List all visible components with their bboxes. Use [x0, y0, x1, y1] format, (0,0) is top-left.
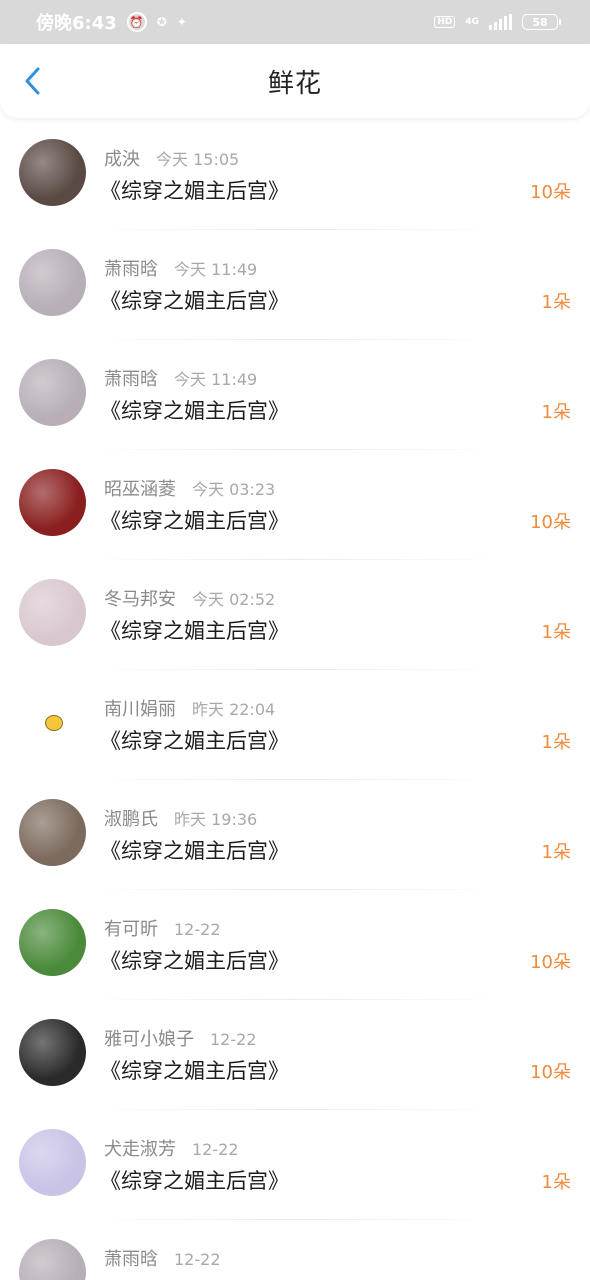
avatar[interactable]: [19, 249, 86, 316]
timestamp: 今天 03:23: [192, 480, 276, 499]
list-item[interactable]: 南川娟丽 昨天 22:04 《综穿之媚主后宫》 1朵: [0, 670, 590, 780]
avatar[interactable]: [19, 469, 86, 536]
flower-count: 1朵: [541, 842, 571, 863]
timestamp: 今天 11:49: [174, 260, 258, 279]
timestamp: 今天 15:05: [156, 150, 240, 169]
item-meta: 犬走淑芳 12-22: [104, 1135, 239, 1161]
user-name[interactable]: 有可昕: [104, 915, 158, 941]
timestamp: 12-22: [210, 1030, 257, 1049]
timestamp: 12-22: [192, 1140, 239, 1159]
timestamp: 12-22: [174, 1250, 221, 1269]
book-title: 《综穿之媚主后宫》: [100, 619, 289, 643]
avatar[interactable]: [19, 909, 86, 976]
list-item[interactable]: 冬马邦安 今天 02:52 《综穿之媚主后宫》 1朵: [0, 560, 590, 670]
flower-list: 成泱 今天 15:05 《综穿之媚主后宫》 10朵 萧雨晗 今天 11:49 《…: [0, 120, 590, 1280]
user-name[interactable]: 萧雨晗: [104, 365, 158, 391]
battery-level: 58: [532, 15, 548, 29]
flower-count: 1朵: [541, 292, 571, 313]
user-name[interactable]: 犬走淑芳: [104, 1135, 176, 1161]
avatar[interactable]: [19, 1239, 86, 1280]
item-meta: 萧雨晗 今天 11:49: [104, 255, 257, 281]
timestamp: 昨天 22:04: [192, 700, 276, 719]
list-item[interactable]: 成泱 今天 15:05 《综穿之媚主后宫》 10朵: [0, 120, 590, 230]
flower-count: 10朵: [530, 952, 571, 973]
list-item[interactable]: 有可昕 12-22 《综穿之媚主后宫》 10朵: [0, 890, 590, 1000]
status-right: HD 4G 58: [434, 14, 561, 30]
avatar[interactable]: [19, 1129, 86, 1196]
hd-icon: HD: [434, 16, 456, 28]
book-title: 《综穿之媚主后宫》: [100, 729, 289, 753]
flower-count: 1朵: [541, 732, 571, 753]
avatar[interactable]: [19, 139, 86, 206]
timestamp: 12-22: [174, 920, 221, 939]
avatar[interactable]: [19, 579, 86, 646]
page-title: 鲜花: [267, 68, 322, 99]
list-item[interactable]: 萧雨晗 今天 11:49 《综穿之媚主后宫》 1朵: [0, 230, 590, 340]
book-title: 《综穿之媚主后宫》: [100, 399, 289, 423]
item-meta: 冬马邦安 今天 02:52: [104, 585, 275, 611]
book-title: 《综穿之媚主后宫》: [100, 839, 289, 863]
back-button[interactable]: [18, 66, 48, 96]
book-title: 《综穿之媚主后宫》: [100, 1169, 289, 1193]
avatar[interactable]: [19, 689, 86, 756]
chick-sticker-icon: [45, 715, 63, 731]
avatar[interactable]: [19, 359, 86, 426]
status-left: 傍晚6:43 ⏰ ✪ ✦: [36, 9, 187, 35]
status-time: 傍晚6:43: [36, 13, 117, 34]
item-meta: 昭巫涵菱 今天 03:23: [104, 475, 275, 501]
flower-count: 1朵: [541, 622, 571, 643]
user-name[interactable]: 成泱: [104, 145, 140, 171]
list-item[interactable]: 萧雨晗 12-22: [0, 1220, 590, 1280]
book-title: 《综穿之媚主后宫》: [100, 179, 289, 203]
item-meta: 有可昕 12-22: [104, 915, 221, 941]
alarm-icon: ⏰: [126, 12, 147, 32]
list-item[interactable]: 萧雨晗 今天 11:49 《综穿之媚主后宫》 1朵: [0, 340, 590, 450]
avatar[interactable]: [19, 1019, 86, 1086]
flower-count: 1朵: [541, 1172, 571, 1193]
chevron-left-icon: [25, 67, 40, 95]
timestamp: 今天 11:49: [174, 370, 258, 389]
status-bar: 傍晚6:43 ⏰ ✪ ✦ HD 4G 58: [0, 0, 590, 44]
item-meta: 淑鹏氏 昨天 19:36: [104, 805, 257, 831]
item-meta: 萧雨晗 今天 11:49: [104, 365, 257, 391]
timestamp: 昨天 19:36: [174, 810, 258, 829]
notification-icon-2: ✦: [176, 15, 187, 29]
book-title: 《综穿之媚主后宫》: [100, 289, 289, 313]
avatar[interactable]: [19, 799, 86, 866]
item-meta: 雅可小娘子 12-22: [104, 1025, 257, 1051]
flower-count: 10朵: [530, 512, 571, 533]
user-name[interactable]: 雅可小娘子: [104, 1025, 194, 1051]
list-item[interactable]: 雅可小娘子 12-22 《综穿之媚主后宫》 10朵: [0, 1000, 590, 1110]
item-meta: 成泱 今天 15:05: [104, 145, 239, 171]
signal-icon: [489, 14, 512, 30]
item-meta: 南川娟丽 昨天 22:04: [104, 695, 275, 721]
user-name[interactable]: 萧雨晗: [104, 1245, 158, 1271]
user-name[interactable]: 冬马邦安: [104, 585, 176, 611]
item-meta: 萧雨晗 12-22: [104, 1245, 221, 1271]
list-item[interactable]: 淑鹏氏 昨天 19:36 《综穿之媚主后宫》 1朵: [0, 780, 590, 890]
flower-count: 10朵: [530, 1062, 571, 1083]
book-title: 《综穿之媚主后宫》: [100, 509, 289, 533]
notification-icon: ✪: [156, 15, 167, 29]
flower-count: 1朵: [541, 402, 571, 423]
timestamp: 今天 02:52: [192, 590, 276, 609]
book-title: 《综穿之媚主后宫》: [100, 949, 289, 973]
list-item[interactable]: 犬走淑芳 12-22 《综穿之媚主后宫》 1朵: [0, 1110, 590, 1220]
user-name[interactable]: 昭巫涵菱: [104, 475, 176, 501]
book-title: 《综穿之媚主后宫》: [100, 1059, 289, 1083]
user-name[interactable]: 淑鹏氏: [104, 805, 158, 831]
nav-bar: 鲜花: [0, 44, 590, 118]
user-name[interactable]: 南川娟丽: [104, 695, 176, 721]
battery-icon: 58: [522, 14, 561, 30]
user-name[interactable]: 萧雨晗: [104, 255, 158, 281]
flower-count: 10朵: [530, 182, 571, 203]
list-item[interactable]: 昭巫涵菱 今天 03:23 《综穿之媚主后宫》 10朵: [0, 450, 590, 560]
network-type: 4G: [465, 17, 479, 27]
